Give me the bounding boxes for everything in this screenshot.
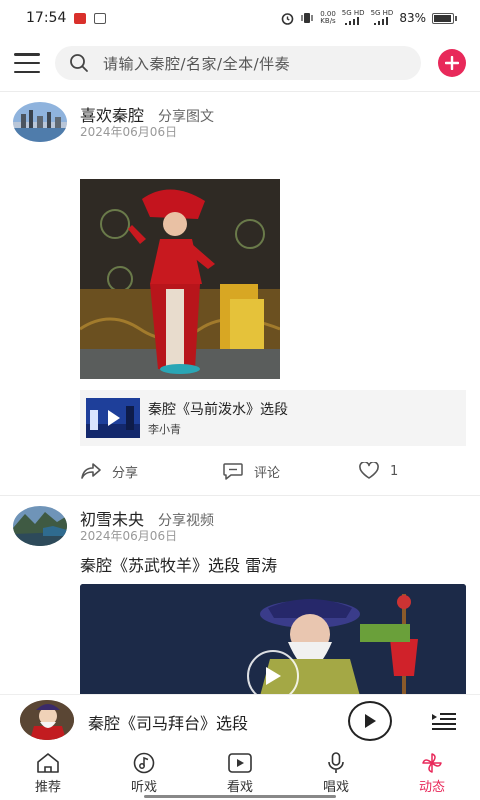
nav-label: 动态 bbox=[418, 780, 445, 795]
bottom-nav: 推荐 听戏 看戏 唱戏 动态 bbox=[0, 746, 480, 800]
post-card: 喜欢秦腔 分享图文 2024年06月06日 秦腔《马前泼水》选段 李小青 分享 … bbox=[0, 92, 480, 494]
nav-item-feed[interactable]: 动态 bbox=[384, 746, 480, 800]
menu-icon[interactable] bbox=[14, 53, 40, 73]
mini-player-cover[interactable] bbox=[20, 700, 74, 740]
post-image[interactable] bbox=[80, 179, 280, 379]
comment-button[interactable]: 评论 bbox=[222, 462, 280, 481]
comment-label: 评论 bbox=[254, 465, 281, 481]
battery-fill bbox=[434, 14, 451, 22]
post-date: 2024年06月06日 bbox=[80, 125, 178, 139]
share-button[interactable]: 分享 bbox=[80, 462, 138, 481]
nav-label: 看戏 bbox=[226, 780, 253, 795]
like-button[interactable]: 1 bbox=[358, 462, 398, 480]
add-button[interactable] bbox=[438, 49, 466, 77]
signal-1: 5G HD bbox=[341, 8, 365, 27]
post-actions: 分享 评论 1 bbox=[80, 456, 466, 486]
heart-icon bbox=[359, 462, 379, 479]
top-bar: 请输入秦腔/名家/全本/伴奏 bbox=[0, 36, 480, 90]
alarm-icon bbox=[281, 12, 294, 25]
share-icon bbox=[81, 463, 101, 479]
plus-icon bbox=[445, 56, 459, 70]
play-icon bbox=[266, 667, 281, 685]
comment-icon bbox=[223, 463, 243, 480]
net-speed-unit: KB/s bbox=[320, 17, 336, 25]
pinwheel-icon bbox=[422, 753, 442, 773]
avatar[interactable] bbox=[13, 102, 67, 142]
linked-video-card[interactable]: 秦腔《马前泼水》选段 李小青 bbox=[80, 390, 466, 446]
net-speed: 0.00 KB/s bbox=[320, 11, 336, 25]
playlist-icon[interactable] bbox=[430, 711, 458, 731]
share-label: 分享 bbox=[112, 465, 139, 481]
status-bar: 17:54 0.00 KB/s 5G HD 5G HD 83% bbox=[0, 0, 480, 36]
vibrate-icon bbox=[301, 13, 313, 23]
search-placeholder: 请输入秦腔/名家/全本/伴奏 bbox=[103, 54, 291, 73]
signal-1-label: 5G HD bbox=[341, 8, 365, 17]
battery-icon bbox=[432, 12, 457, 24]
post-card: 初雪未央 分享视频 2024年06月06日 秦腔《苏武牧羊》选段 雷涛 bbox=[0, 496, 480, 696]
nav-label: 听戏 bbox=[130, 780, 157, 795]
search-input[interactable]: 请输入秦腔/名家/全本/伴奏 bbox=[55, 46, 421, 80]
nav-item-sing[interactable]: 唱戏 bbox=[288, 746, 384, 800]
search-icon bbox=[70, 54, 88, 72]
nav-label: 唱戏 bbox=[322, 780, 349, 795]
mini-player-title[interactable]: 秦腔《司马拜台》选段 bbox=[88, 710, 248, 734]
signal-2: 5G HD bbox=[370, 8, 394, 27]
video-play-icon bbox=[228, 753, 252, 773]
linked-video-title: 秦腔《马前泼水》选段 bbox=[148, 402, 288, 418]
status-time: 17:54 bbox=[26, 10, 67, 26]
video-play-button[interactable] bbox=[247, 650, 299, 696]
notification-app-icon bbox=[74, 12, 87, 24]
mini-player-play-button[interactable] bbox=[348, 701, 392, 741]
nav-item-watch[interactable]: 看戏 bbox=[192, 746, 288, 800]
mini-player: 秦腔《司马拜台》选段 bbox=[0, 694, 480, 746]
signal-bars-icon bbox=[345, 16, 360, 25]
nav-item-listen[interactable]: 听戏 bbox=[96, 746, 192, 800]
play-icon bbox=[365, 714, 376, 728]
nav-item-recommend[interactable]: 推荐 bbox=[0, 746, 96, 800]
signal-bars-icon bbox=[373, 16, 388, 25]
signal-2-label: 5G HD bbox=[370, 8, 394, 17]
like-count: 1 bbox=[390, 463, 399, 479]
linked-video-author: 李小青 bbox=[148, 423, 181, 436]
nav-label: 推荐 bbox=[34, 780, 61, 795]
battery-text: 83% bbox=[399, 11, 426, 25]
home-icon bbox=[37, 753, 59, 773]
linked-video-thumbnail bbox=[86, 398, 140, 438]
microphone-icon bbox=[328, 752, 344, 773]
notification-gallery-icon bbox=[94, 12, 107, 24]
post-title[interactable]: 秦腔《苏武牧羊》选段 雷涛 bbox=[80, 552, 277, 576]
home-indicator bbox=[144, 795, 336, 798]
post-date: 2024年06月06日 bbox=[80, 529, 178, 543]
video-player[interactable] bbox=[80, 584, 466, 696]
avatar[interactable] bbox=[13, 506, 67, 546]
music-note-icon bbox=[133, 752, 155, 774]
